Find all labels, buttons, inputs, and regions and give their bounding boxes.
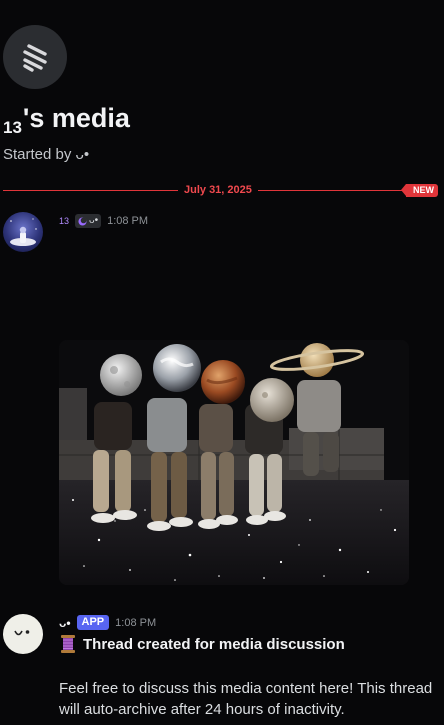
avatar[interactable] (3, 212, 43, 252)
thread-spool-icon (61, 635, 75, 653)
starter-name[interactable]: ᴗ• (76, 146, 90, 163)
title-prefix: 13 (3, 118, 22, 137)
author-name[interactable]: 13 (59, 216, 69, 226)
timestamp: 1:08 PM (107, 215, 149, 227)
thread-icon (3, 25, 67, 89)
message-body: Feel free to discuss this media content … (59, 680, 433, 718)
media-attachment[interactable] (59, 340, 409, 585)
divider-date: July 31, 2025 (178, 182, 258, 198)
bot-avatar[interactable] (3, 614, 43, 654)
started-by-label: Started by (3, 146, 72, 163)
thread-title: 13's media (3, 100, 130, 140)
media-image (59, 340, 409, 585)
timestamp: 1:08 PM (115, 616, 157, 629)
thread-stripes-icon (23, 44, 47, 72)
title-main: 's media (22, 103, 130, 133)
message-header: ᴗ• APP 1:08 PM (59, 615, 156, 630)
message-title-row: Thread created for media discussion (59, 634, 345, 654)
author-name[interactable]: ᴗ• (59, 616, 71, 630)
app-badge: APP (76, 615, 110, 630)
moon-icon (78, 216, 87, 226)
avatar-image (10, 218, 37, 246)
user-tag-text: ᴗ• (89, 215, 99, 226)
message-header: 13 ᴗ• 1:08 PM (59, 214, 148, 228)
started-by: Started by ᴗ• (3, 146, 89, 163)
message-title: Thread created for media discussion (83, 635, 345, 653)
face-icon (14, 630, 30, 636)
user-tag[interactable]: ᴗ• (75, 214, 102, 228)
new-badge[interactable]: NEW (401, 184, 438, 197)
